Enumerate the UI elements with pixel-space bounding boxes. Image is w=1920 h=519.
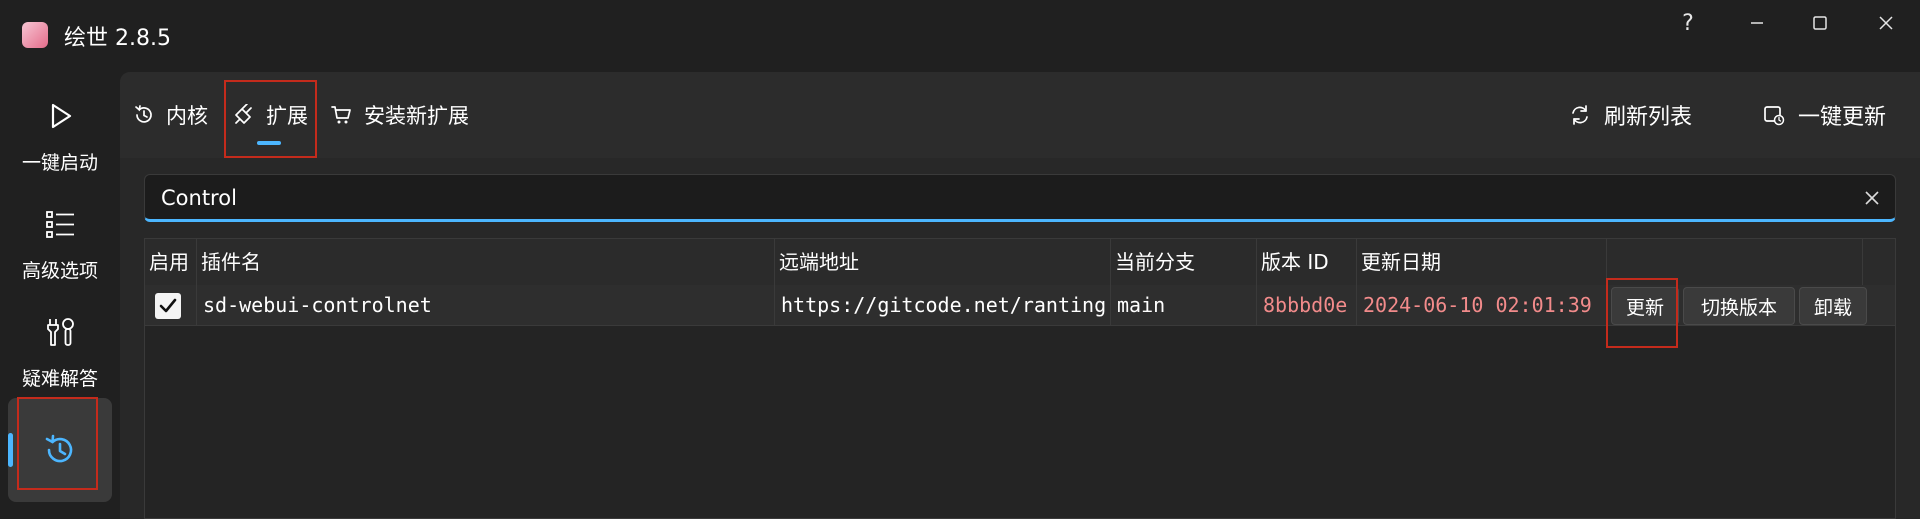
tools-icon: [42, 314, 78, 350]
extensions-table: 启用 插件名 远端地址 当前分支 版本 ID 更新日期 sd-webui-con…: [144, 238, 1896, 519]
help-button[interactable]: ?: [1666, 6, 1710, 40]
version-id: 8bbbd0e: [1257, 285, 1357, 325]
close-icon: [1879, 16, 1893, 30]
table-row[interactable]: sd-webui-controlnet https://gitcode.net/…: [145, 285, 1895, 326]
cart-icon: [330, 103, 354, 127]
tab-selected-indicator: [257, 141, 281, 145]
minimize-icon: [1751, 22, 1763, 24]
tab-label: 内核: [166, 104, 208, 128]
history-icon: [42, 432, 78, 468]
column-header-enabled[interactable]: 启用: [145, 239, 197, 285]
list-icon: [42, 206, 78, 242]
maximize-icon: [1813, 16, 1827, 30]
enabled-cell: [145, 285, 197, 325]
search-input[interactable]: [161, 181, 1821, 215]
sidebar-item-launch[interactable]: 一键启动: [8, 84, 112, 188]
tab-bar: 内核 扩展 安装新扩展 刷新列表 一键更新: [120, 72, 1920, 158]
tab-label: 安装新扩展: [364, 104, 469, 128]
enabled-checkbox[interactable]: [155, 293, 181, 319]
check-icon: [159, 298, 177, 313]
play-icon: [42, 98, 78, 134]
sidebar: 一键启动 高级选项 疑难解答: [0, 72, 120, 519]
update-button[interactable]: 更新: [1611, 287, 1679, 325]
active-indicator: [8, 433, 13, 467]
plug-icon: [232, 103, 256, 127]
close-icon: [1865, 191, 1879, 205]
title-bar: 绘世 2.8.5 ?: [0, 0, 1920, 72]
column-header-branch[interactable]: 当前分支: [1111, 239, 1257, 285]
column-header-actions: [1607, 239, 1863, 285]
update-icon: [1762, 103, 1786, 127]
minimize-button[interactable]: [1735, 6, 1779, 40]
update-date: 2024-06-10 02:01:39: [1357, 285, 1607, 325]
column-header-version[interactable]: 版本 ID: [1257, 239, 1357, 285]
update-all-label: 一键更新: [1798, 105, 1887, 130]
switch-version-button[interactable]: 切换版本: [1683, 287, 1795, 325]
column-header-name[interactable]: 插件名: [197, 239, 775, 285]
column-header-remote[interactable]: 远端地址: [775, 239, 1111, 285]
close-button[interactable]: [1864, 6, 1908, 40]
tab-label: 扩展: [266, 104, 308, 128]
search-box: [144, 174, 1896, 222]
refresh-icon: [1568, 103, 1592, 127]
tab-extensions[interactable]: 扩展: [232, 72, 308, 158]
sidebar-item-label: 高级选项: [21, 260, 98, 282]
clear-search-button[interactable]: [1859, 185, 1885, 211]
table-header: 启用 插件名 远端地址 当前分支 版本 ID 更新日期: [145, 239, 1895, 286]
maximize-button[interactable]: [1798, 6, 1842, 40]
sidebar-item-label: 一键启动: [21, 152, 98, 174]
remote-url: https://gitcode.net/ranting: [775, 285, 1111, 325]
update-all-button[interactable]: 一键更新: [1762, 72, 1886, 158]
window-title: 绘世 2.8.5: [64, 26, 171, 51]
sidebar-item-label: 疑难解答: [21, 368, 98, 390]
tab-install-extension[interactable]: 安装新扩展: [330, 72, 469, 158]
tab-core[interactable]: 内核: [132, 72, 208, 158]
sidebar-item-troubleshoot[interactable]: 疑难解答: [8, 300, 112, 404]
app-logo-icon: [22, 22, 48, 48]
refresh-label: 刷新列表: [1604, 105, 1693, 130]
main-panel: 内核 扩展 安装新扩展 刷新列表 一键更新 Control 启用 插件名 远端地…: [120, 72, 1920, 519]
column-header-updated[interactable]: 更新日期: [1357, 239, 1607, 285]
sidebar-item-advanced[interactable]: 高级选项: [8, 192, 112, 296]
uninstall-button[interactable]: 卸载: [1799, 287, 1867, 325]
branch: main: [1111, 285, 1257, 325]
extension-name: sd-webui-controlnet: [197, 285, 775, 325]
refresh-list-button[interactable]: 刷新列表: [1568, 72, 1692, 158]
history-icon: [132, 103, 156, 127]
sidebar-item-history[interactable]: [8, 398, 112, 502]
